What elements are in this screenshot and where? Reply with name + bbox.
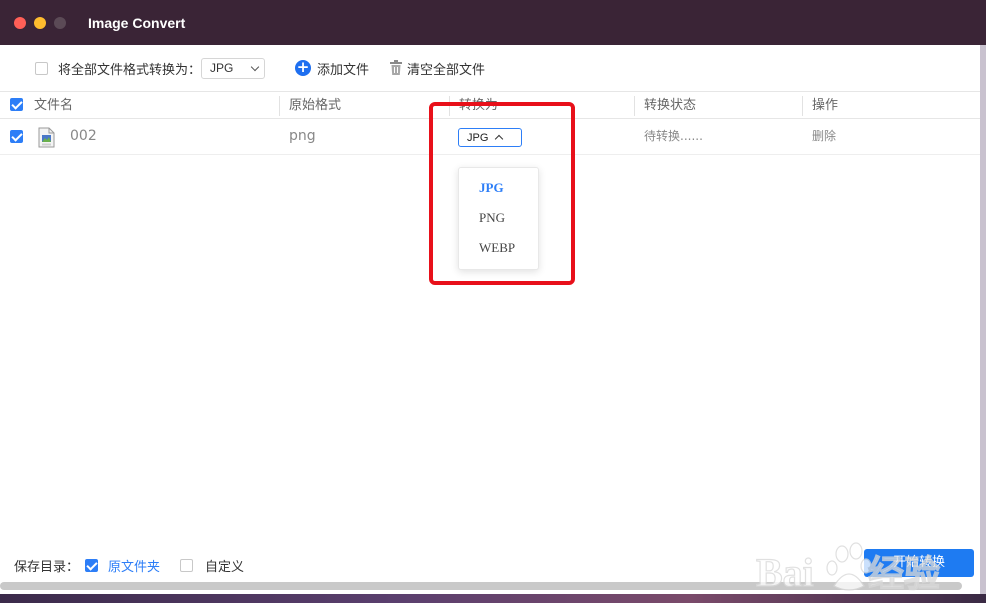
custom-folder-checkbox[interactable] (180, 558, 194, 572)
window-title: Image Convert (88, 14, 186, 31)
chevron-up-icon (495, 134, 504, 144)
column-divider[interactable] (279, 96, 280, 116)
row-delete-link[interactable]: 删除 (812, 119, 836, 154)
header-actions[interactable]: 操作 (812, 92, 838, 119)
desktop-background (0, 594, 986, 603)
start-convert-button[interactable]: 开始转换 (864, 549, 974, 577)
column-divider[interactable] (802, 96, 803, 116)
convert-all-label: 将全部文件格式转换为： (58, 62, 202, 78)
toolbar: 将全部文件格式转换为： JPG + 添加文件 清空全部文件 (0, 45, 980, 91)
add-file-label: 添加文件 (317, 62, 370, 78)
trash-icon (390, 60, 403, 75)
dropdown-option-webp[interactable]: WEBP (479, 238, 515, 258)
table-row[interactable]: 002 png JPG 待转换...... 删除 (0, 119, 980, 155)
zoom-window-button[interactable] (54, 16, 66, 29)
header-filename[interactable]: 文件名 (34, 92, 73, 119)
title-bar: Image Convert (0, 0, 986, 45)
row-format-select[interactable]: JPG (458, 128, 522, 147)
row-filename: 002 (70, 128, 97, 144)
custom-folder-label[interactable]: 自定义 (205, 556, 244, 575)
column-divider[interactable] (449, 96, 450, 116)
header-original-format[interactable]: 原始格式 (289, 92, 341, 119)
column-divider[interactable] (634, 96, 635, 116)
table-header: 文件名 原始格式 转换为 转换状态 操作 (0, 91, 980, 119)
header-status[interactable]: 转换状态 (644, 92, 696, 119)
minimize-window-button[interactable] (34, 16, 46, 29)
row-original-format: png (289, 128, 316, 144)
save-dir-label: 保存目录： (14, 559, 80, 575)
dropdown-option-jpg[interactable]: JPG (479, 178, 504, 198)
window-controls (14, 16, 66, 29)
convert-all-checkbox[interactable] (35, 61, 48, 75)
main-window: 将全部文件格式转换为： JPG + 添加文件 清空全部文件 文件名 原始格式 转… (0, 45, 980, 603)
select-all-checkbox[interactable] (10, 98, 23, 111)
add-file-button[interactable]: + 添加文件 (295, 59, 369, 78)
add-icon: + (295, 58, 312, 76)
footer: 保存目录： 原文件夹 自定义 (0, 550, 980, 580)
close-window-button[interactable] (14, 16, 26, 29)
row-checkbox[interactable] (10, 130, 23, 143)
horizontal-scrollbar[interactable] (0, 582, 962, 590)
header-convert-to[interactable]: 转换为 (459, 92, 498, 119)
original-folder-checkbox[interactable] (85, 558, 99, 572)
row-status: 待转换...... (644, 129, 703, 143)
format-dropdown-menu: JPG PNG WEBP (458, 167, 539, 270)
chevron-down-icon (250, 62, 260, 71)
row-format-value: JPG (467, 131, 489, 144)
clear-all-label: 清空全部文件 (407, 62, 486, 78)
image-file-icon (38, 127, 55, 148)
window-edge (980, 45, 986, 603)
original-folder-label[interactable]: 原文件夹 (108, 556, 160, 575)
dropdown-option-png[interactable]: PNG (479, 208, 505, 228)
convert-all-format-value: JPG (210, 61, 234, 75)
clear-all-button[interactable]: 清空全部文件 (389, 59, 485, 78)
convert-all-format-select[interactable]: JPG (201, 57, 266, 79)
